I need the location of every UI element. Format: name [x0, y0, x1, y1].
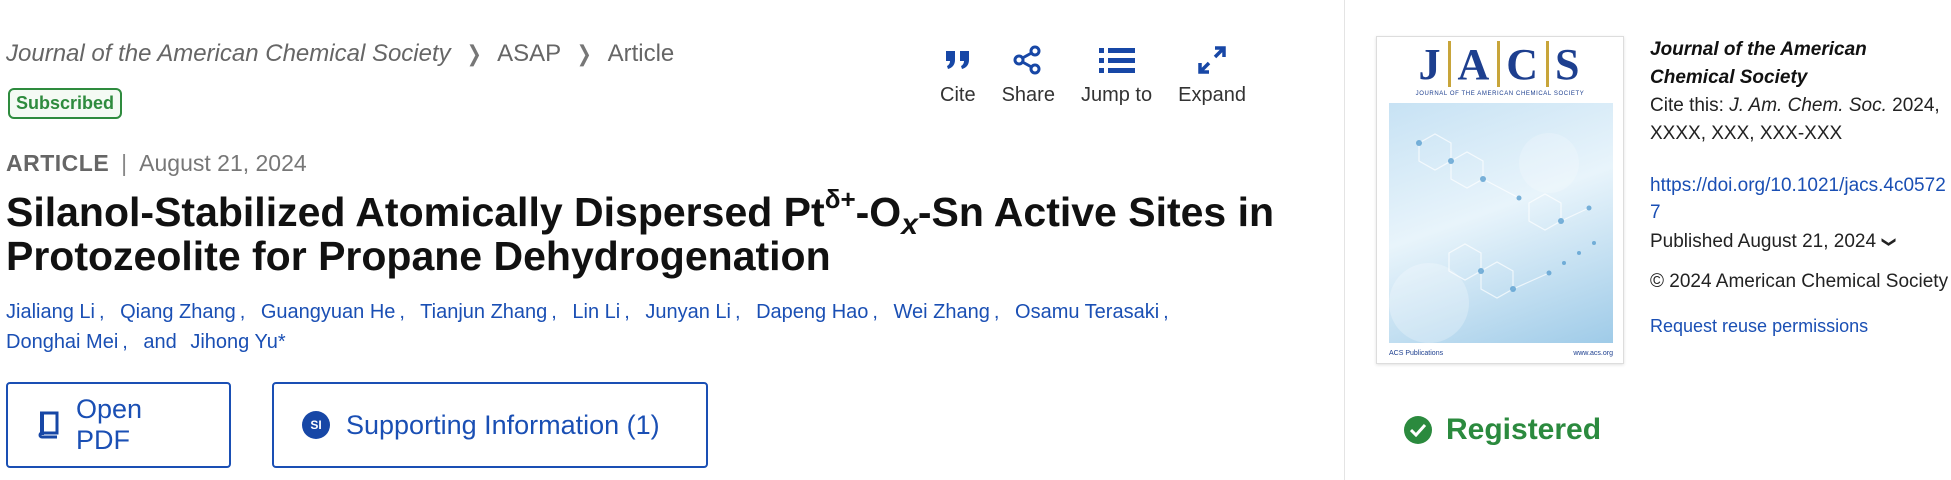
cover-subtitle: JOURNAL OF THE AMERICAN CHEMICAL SOCIETY [1415, 91, 1585, 97]
author-link[interactable]: Qiang Zhang [120, 301, 236, 323]
supporting-information-button[interactable]: SI Supporting Information (1) [272, 382, 708, 468]
author-link[interactable]: Osamu Terasaki [1015, 301, 1159, 323]
author-link[interactable]: Junyan Li [645, 301, 731, 323]
masthead-letter: J [1418, 39, 1443, 89]
author-separator: , [399, 301, 405, 323]
cover-site: www.acs.org [1573, 350, 1613, 357]
author-link[interactable]: Wei Zhang [894, 301, 990, 323]
open-pdf-button[interactable]: Open PDF [6, 382, 231, 468]
masthead-letter: C [1506, 39, 1541, 89]
breadcrumb: Journal of the American Chemical Society… [6, 40, 674, 68]
breadcrumb-page: Article [607, 40, 675, 67]
journal-sidebar: J A C S JOURNAL OF THE AMERICAN CHEMICAL… [1346, 0, 1951, 480]
author-link[interactable]: Dapeng Hao [756, 301, 868, 323]
title-superscript: δ+ [824, 184, 856, 214]
author-separator: , [624, 301, 630, 323]
breadcrumb-journal[interactable]: Journal of the American Chemical Society [6, 40, 451, 68]
cite-this-label: Cite this: [1650, 95, 1724, 116]
share-label: Share [1001, 84, 1055, 106]
author-link[interactable]: Guangyuan He [261, 301, 396, 323]
subscribed-badge: Subscribed [8, 88, 123, 119]
cite-button[interactable]: Cite [940, 42, 976, 107]
copyright-notice: © 2024 American Chemical Society [1650, 271, 1949, 292]
expand-icon [1197, 42, 1227, 78]
article-toolbar: Cite Share Jump to Expand [940, 42, 1272, 107]
author-link[interactable]: Tianjun Zhang [420, 301, 547, 323]
cite-journal-abbrev: J. Am. Chem. Soc. [1729, 95, 1887, 116]
expand-button[interactable]: Expand [1178, 42, 1246, 107]
author-separator: , [993, 301, 1000, 323]
quote-icon [944, 42, 972, 78]
masthead-letter: A [1457, 39, 1492, 89]
cite-this: Cite this: J. Am. Chem. Soc. 2024, XXXX,… [1650, 92, 1950, 148]
author-separator: , [551, 301, 557, 323]
author-separator: , [1163, 301, 1169, 323]
author-separator: , [98, 301, 105, 323]
article-meta: ARTICLE | August 21, 2024 [6, 150, 307, 177]
masthead-letter: S [1555, 39, 1582, 89]
cover-masthead: J A C S [1377, 37, 1623, 91]
article-type: ARTICLE [6, 150, 110, 176]
title-part: Silanol-Stabilized Atomically Dispersed … [6, 189, 825, 235]
author-separator: , [122, 331, 128, 353]
author-link[interactable]: Donghai Mei [6, 331, 118, 353]
author-separator: , [734, 301, 741, 323]
book-icon [36, 411, 60, 439]
expand-label: Expand [1178, 84, 1246, 106]
author-separator: , [872, 301, 878, 323]
chevron-right-icon: ❯ [576, 41, 592, 66]
author-separator: , [239, 301, 246, 323]
share-button[interactable]: Share [1002, 42, 1055, 107]
cite-label: Cite [940, 84, 976, 106]
panel-divider [1344, 0, 1345, 480]
si-badge: SI [302, 411, 330, 439]
article-title: Silanol-Stabilized Atomically Dispersed … [6, 186, 1326, 278]
published-date: Published August 21, 2024 [1650, 231, 1877, 252]
cover-artwork [1389, 103, 1613, 343]
jump-to-label: Jump to [1080, 84, 1153, 106]
author-and: and [143, 331, 177, 353]
doi-link[interactable]: https://doi.org/10.1021/jacs.4c05727 [1650, 172, 1950, 226]
chevron-down-icon: ❯ [1881, 236, 1898, 248]
request-reuse-permissions-link[interactable]: Request reuse permissions [1650, 312, 1950, 340]
article-date: August 21, 2024 [139, 150, 307, 176]
breadcrumb-section[interactable]: ASAP [497, 40, 561, 68]
supporting-information-label: Supporting Information (1) [346, 409, 660, 440]
meta-divider: | [121, 150, 128, 176]
journal-cover-image[interactable]: J A C S JOURNAL OF THE AMERICAN CHEMICAL… [1376, 36, 1624, 364]
author-link[interactable]: Lin Li [572, 301, 620, 323]
si-icon: SI [302, 411, 330, 439]
acs-publications-logo: ACS Publications [1389, 350, 1444, 357]
author-link[interactable]: Jialiang Li [6, 301, 95, 323]
registered-label: Registered [1446, 413, 1602, 446]
chevron-right-icon: ❯ [466, 41, 482, 66]
registered-status: Registered [1404, 413, 1601, 447]
share-icon [1013, 42, 1043, 78]
title-part: -O [855, 189, 902, 235]
article-header: Journal of the American Chemical Society… [0, 0, 1340, 480]
check-circle-icon [1404, 416, 1432, 444]
open-pdf-label: Open PDF [76, 394, 143, 455]
jump-to-button[interactable]: Jump to [1081, 42, 1152, 107]
title-subscript: x [901, 208, 918, 241]
cover-footer: ACS Publications www.acs.org [1389, 350, 1613, 357]
author-link[interactable]: Jihong Yu* [190, 331, 285, 353]
citation-info: Journal of the American Chemical Society… [1650, 36, 1950, 340]
author-list: Jialiang Li, Qiang Zhang, Guangyuan He, … [6, 297, 1206, 357]
journal-name: Journal of the American Chemical Society [1650, 39, 1867, 88]
list-icon [1098, 42, 1135, 78]
published-toggle[interactable]: Published August 21, 2024 ❯ [1650, 228, 1950, 256]
